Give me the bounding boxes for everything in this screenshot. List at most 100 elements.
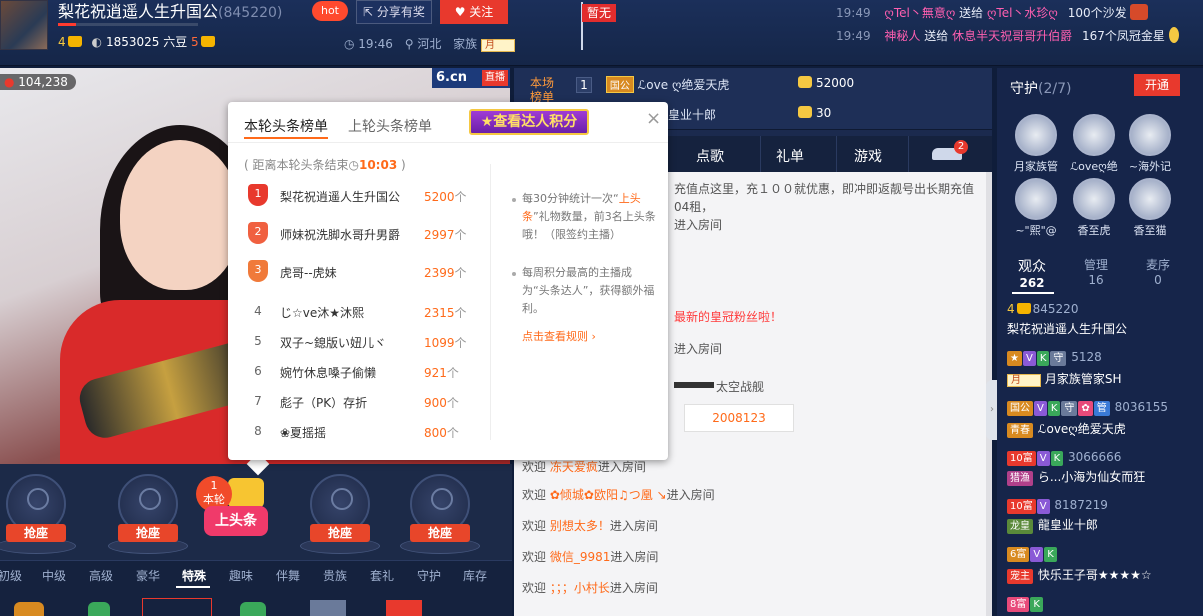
car-count-badge: 2: [954, 140, 968, 154]
notice-receiver[interactable]: ღTel丶水珍ღ: [987, 6, 1058, 20]
location-icon: ⚲: [404, 37, 418, 51]
tab-gift-mid[interactable]: 中级: [42, 567, 66, 584]
chat-user[interactable]: 冻天爱疯: [550, 460, 598, 474]
share-button[interactable]: ⇱ 分享有奖: [356, 0, 432, 24]
seat-2[interactable]: 抢座: [108, 474, 188, 558]
chat-message: 太空战舰: [674, 378, 764, 395]
rank-entry[interactable]: 4 じ☆ve沐★沐熙 2315个: [248, 300, 478, 324]
audience-user-name-row[interactable]: 宠主 快乐王子哥★★★★☆: [1007, 566, 1201, 584]
crown-icon: [67, 36, 82, 47]
chat-user[interactable]: ✿倾城✿欧阳♫つ凰 ↘: [550, 488, 667, 502]
notice-sender[interactable]: ღTel丶無意ღ: [884, 6, 955, 20]
seat-1[interactable]: 抢座: [0, 474, 76, 558]
rank-row[interactable]: 皇业十郎 30: [668, 106, 876, 123]
rank-entry[interactable]: 1 梨花祝逍遥人生升国公 5200个: [248, 184, 478, 208]
rank-entry[interactable]: 2 师妹祝洗脚水哥升男爵 2997个: [248, 222, 478, 246]
rank-score: 921: [424, 366, 447, 380]
chat-text: 进入房间: [597, 460, 646, 474]
rank-entry[interactable]: 3 虎哥--虎妹 2399个: [248, 260, 478, 284]
audience-user[interactable]: 6富 V K: [1007, 546, 1201, 562]
rank-row[interactable]: 1 国公 ℒove ღ绝爱天虎 52000: [576, 76, 876, 93]
follow-button[interactable]: ♥ 关注: [440, 0, 508, 24]
tab-audience[interactable]: 观众 262: [1004, 256, 1060, 290]
guard-member[interactable]: 月家族管: [1006, 114, 1066, 174]
notice-sender[interactable]: 神秘人: [884, 29, 920, 43]
tab-gift-fun[interactable]: 趣味: [229, 567, 253, 584]
tab-gift-luxury[interactable]: 豪华: [136, 567, 160, 584]
welcome-word: 欢迎: [522, 550, 547, 564]
tab-gift-high[interactable]: 高级: [89, 567, 113, 584]
rank-entry[interactable]: 6 婉竹休息嗓子偷懒 921个: [248, 360, 478, 384]
chat-user[interactable]: 微信_9981: [550, 550, 611, 564]
view-rules-link[interactable]: 点击查看规则 ›: [522, 328, 596, 344]
tab-games[interactable]: 游戏: [854, 146, 882, 166]
seat-3[interactable]: 抢座: [300, 474, 380, 558]
tab-gift-special[interactable]: 特殊: [182, 567, 206, 584]
hot-badge[interactable]: hot: [312, 1, 348, 21]
tab-gift-dance[interactable]: 伴舞: [276, 567, 300, 584]
audience-user[interactable]: 10富 V K 3066666: [1007, 450, 1201, 466]
tab-previous-round[interactable]: 上轮头条榜单: [348, 116, 432, 136]
gift-item-selected[interactable]: [142, 598, 212, 616]
chat-text: 最新的皇冠粉丝啦！: [674, 310, 783, 324]
tab-mic-queue[interactable]: 麦序 0: [1130, 256, 1186, 287]
tab-gift-basic[interactable]: 初级: [0, 567, 22, 584]
guard-name: 月家族管: [1014, 160, 1058, 173]
view-talent-score-button[interactable]: ★查看达人积分: [469, 109, 589, 135]
guard-member[interactable]: 香至虎: [1064, 178, 1124, 238]
tab-gift-list[interactable]: 礼单: [776, 146, 804, 166]
gift-item[interactable]: [14, 602, 44, 616]
grab-seat-button[interactable]: 抢座: [6, 524, 66, 542]
tab-gift-guard[interactable]: 守护: [417, 567, 441, 584]
guard-member[interactable]: 香至猫: [1120, 178, 1180, 238]
grab-seat-button[interactable]: 抢座: [410, 524, 470, 542]
audience-user-name-row[interactable]: 月 月家族管家SH: [1007, 370, 1201, 387]
star-badge: ✿: [1078, 401, 1093, 416]
open-guard-button[interactable]: 开通: [1134, 74, 1180, 96]
gift-item[interactable]: [310, 600, 346, 616]
top-flag[interactable]: 暂无: [582, 4, 616, 22]
audience-user[interactable]: 4 845220: [1007, 302, 1201, 316]
level-progress-bar: [58, 23, 198, 26]
tab-gift-stock[interactable]: 库存: [463, 567, 487, 584]
audience-user-name-row[interactable]: 青春 ℒoveღ绝爱天虎: [1007, 420, 1201, 438]
tab-managers[interactable]: 管理 16: [1068, 256, 1124, 287]
guard-member[interactable]: ~"熙"@: [1006, 178, 1066, 238]
welcome-word: 欢迎: [522, 519, 547, 533]
unit: 个: [446, 366, 459, 380]
headline-button[interactable]: 1 本轮 上头条: [196, 476, 272, 542]
tab-gift-set[interactable]: 套礼: [370, 567, 394, 584]
audience-user[interactable]: 8富 K: [1007, 596, 1201, 612]
notice-receiver[interactable]: 休息半天祝哥哥升伯爵: [952, 29, 1072, 43]
tab-song-request[interactable]: 点歌: [696, 146, 724, 166]
family-badge[interactable]: 月: [481, 39, 516, 52]
audience-user[interactable]: 10富 V 8187219: [1007, 498, 1201, 514]
tab-current-round[interactable]: 本轮头条榜单: [244, 116, 328, 136]
rank-entry[interactable]: 5 双子~鎴版い妞儿ヾ 1099个: [248, 330, 478, 354]
chat-message: 进入房间: [674, 340, 722, 357]
gift-item[interactable]: [386, 600, 422, 616]
tab-gift-noble[interactable]: 贵族: [323, 567, 347, 584]
grab-seat-button[interactable]: 抢座: [310, 524, 370, 542]
viewer-count-text: 104,238: [18, 75, 68, 89]
audience-user-name[interactable]: 梨花祝逍遥人生升国公: [1007, 320, 1201, 337]
gift-item[interactable]: [88, 602, 110, 616]
avatar: [1015, 114, 1057, 156]
eye-icon: ●: [4, 75, 19, 89]
rank-entry[interactable]: 8 ❀夏摇摇 800个: [248, 420, 478, 444]
grab-seat-button[interactable]: 抢座: [118, 524, 178, 542]
audience-user[interactable]: 国公 V K 守 ✿ 管 8036155: [1007, 400, 1201, 416]
gift-item[interactable]: [240, 602, 266, 616]
anchor-avatar[interactable]: [0, 0, 48, 50]
close-icon[interactable]: ×: [646, 108, 661, 129]
audience-user-name-row[interactable]: 猎渔 ら...小海为仙女而狂: [1007, 468, 1201, 486]
chat-user[interactable]: 别想太多！: [550, 519, 610, 533]
rank-entry[interactable]: 7 彪子（PK）存折 900个: [248, 390, 478, 414]
audience-user[interactable]: ★ V K 守 5128: [1007, 350, 1201, 366]
seat-4[interactable]: 抢座: [400, 474, 480, 558]
tab-label: 观众: [1018, 259, 1046, 275]
guard-member[interactable]: ℒoveღ绝: [1064, 114, 1124, 174]
audience-user-name-row[interactable]: 龙皇 龍皇业十郎: [1007, 516, 1201, 534]
guard-member[interactable]: ~海外记: [1120, 114, 1180, 174]
chat-user[interactable]: ；；；小村长: [550, 581, 610, 595]
